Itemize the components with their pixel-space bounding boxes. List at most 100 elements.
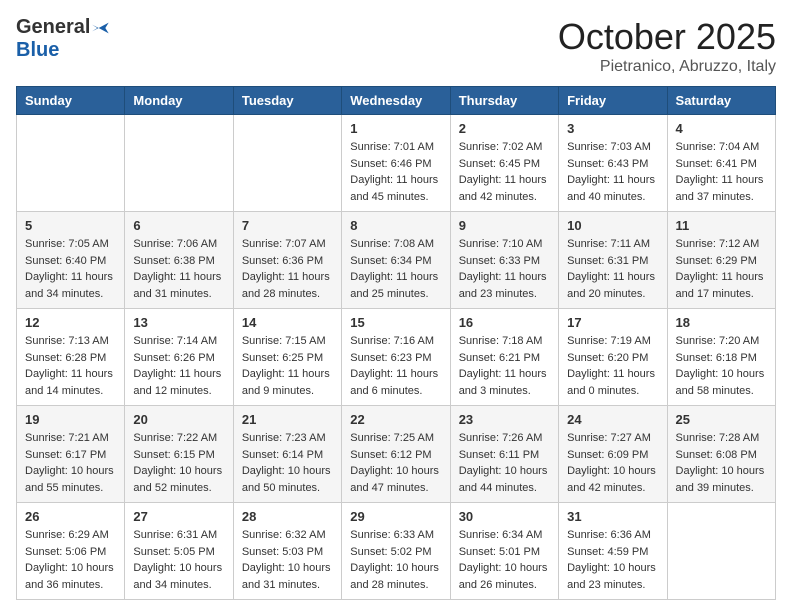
day-number: 18 [676, 315, 767, 330]
calendar-cell: 8 Sunrise: 7:08 AMSunset: 6:34 PMDaylight… [342, 212, 450, 309]
day-number: 20 [133, 412, 224, 427]
day-number: 8 [350, 218, 441, 233]
day-info: Sunrise: 7:13 AMSunset: 6:28 PMDaylight:… [25, 333, 116, 399]
calendar-cell: 23 Sunrise: 7:26 AMSunset: 6:11 PMDayligh… [450, 406, 558, 503]
location: Pietranico, Abruzzo, Italy [558, 58, 776, 76]
day-number: 16 [459, 315, 550, 330]
calendar-cell [17, 115, 125, 212]
day-info: Sunrise: 7:25 AMSunset: 6:12 PMDaylight:… [350, 430, 441, 496]
day-number: 19 [25, 412, 116, 427]
logo-general: General [16, 16, 90, 39]
day-info: Sunrise: 7:12 AMSunset: 6:29 PMDaylight:… [676, 236, 767, 302]
day-info: Sunrise: 7:06 AMSunset: 6:38 PMDaylight:… [133, 236, 224, 302]
day-number: 10 [567, 218, 658, 233]
day-info: Sunrise: 6:32 AMSunset: 5:03 PMDaylight:… [242, 527, 333, 593]
day-info: Sunrise: 7:27 AMSunset: 6:09 PMDaylight:… [567, 430, 658, 496]
calendar-cell: 4 Sunrise: 7:04 AMSunset: 6:41 PMDaylight… [667, 115, 775, 212]
calendar-cell: 31 Sunrise: 6:36 AMSunset: 4:59 PMDayligh… [559, 503, 667, 600]
day-number: 30 [459, 509, 550, 524]
header-sunday: Sunday [17, 87, 125, 115]
title-section: October 2025 Pietranico, Abruzzo, Italy [558, 16, 776, 76]
calendar-cell: 5Sunrise: 7:05 AMSunset: 6:40 PMDaylight… [17, 212, 125, 309]
day-info: Sunrise: 7:15 AMSunset: 6:25 PMDaylight:… [242, 333, 333, 399]
header-tuesday: Tuesday [233, 87, 341, 115]
day-info: Sunrise: 7:20 AMSunset: 6:18 PMDaylight:… [676, 333, 767, 399]
day-info: Sunrise: 7:01 AMSunset: 6:46 PMDaylight:… [350, 139, 441, 205]
day-info: Sunrise: 7:03 AMSunset: 6:43 PMDaylight:… [567, 139, 658, 205]
calendar-cell: 16Sunrise: 7:18 AMSunset: 6:21 PMDayligh… [450, 309, 558, 406]
day-info: Sunrise: 7:23 AMSunset: 6:14 PMDaylight:… [242, 430, 333, 496]
day-number: 28 [242, 509, 333, 524]
calendar-cell: 17Sunrise: 7:19 AMSunset: 6:20 PMDayligh… [559, 309, 667, 406]
month-title: October 2025 [558, 16, 776, 58]
calendar-cell: 25Sunrise: 7:28 AMSunset: 6:08 PMDayligh… [667, 406, 775, 503]
calendar-cell: 29 Sunrise: 6:33 AMSunset: 5:02 PMDayligh… [342, 503, 450, 600]
calendar-cell: 14 Sunrise: 7:15 AMSunset: 6:25 PMDayligh… [233, 309, 341, 406]
calendar-cell: 28 Sunrise: 6:32 AMSunset: 5:03 PMDayligh… [233, 503, 341, 600]
day-info: Sunrise: 6:34 AMSunset: 5:01 PMDaylight:… [459, 527, 550, 593]
calendar-cell: 11Sunrise: 7:12 AMSunset: 6:29 PMDayligh… [667, 212, 775, 309]
day-number: 31 [567, 509, 658, 524]
day-number: 1 [350, 121, 441, 136]
calendar-cell: 10 Sunrise: 7:11 AMSunset: 6:31 PMDayligh… [559, 212, 667, 309]
calendar-cell: 7 Sunrise: 7:07 AMSunset: 6:36 PMDaylight… [233, 212, 341, 309]
day-info: Sunrise: 7:08 AMSunset: 6:34 PMDaylight:… [350, 236, 441, 302]
day-number: 3 [567, 121, 658, 136]
day-number: 27 [133, 509, 224, 524]
header-monday: Monday [125, 87, 233, 115]
day-info: Sunrise: 7:26 AMSunset: 6:11 PMDaylight:… [459, 430, 550, 496]
calendar-week-row: 5Sunrise: 7:05 AMSunset: 6:40 PMDaylight… [17, 212, 776, 309]
calendar-cell: 1 Sunrise: 7:01 AMSunset: 6:46 PMDaylight… [342, 115, 450, 212]
day-info: Sunrise: 6:33 AMSunset: 5:02 PMDaylight:… [350, 527, 441, 593]
day-info: Sunrise: 7:16 AMSunset: 6:23 PMDaylight:… [350, 333, 441, 399]
calendar-cell: 2Sunrise: 7:02 AMSunset: 6:45 PMDaylight… [450, 115, 558, 212]
calendar-cell: 27 Sunrise: 6:31 AMSunset: 5:05 PMDayligh… [125, 503, 233, 600]
calendar-cell: 21Sunrise: 7:23 AMSunset: 6:14 PMDayligh… [233, 406, 341, 503]
header-wednesday: Wednesday [342, 87, 450, 115]
day-number: 14 [242, 315, 333, 330]
calendar-cell: 13Sunrise: 7:14 AMSunset: 6:26 PMDayligh… [125, 309, 233, 406]
day-number: 29 [350, 509, 441, 524]
calendar-table: Sunday Monday Tuesday Wednesday Thursday… [16, 86, 776, 600]
page-header: General Blue October 2025 Pietranico, Ab… [16, 16, 776, 76]
day-number: 2 [459, 121, 550, 136]
calendar-cell: 30 Sunrise: 6:34 AMSunset: 5:01 PMDayligh… [450, 503, 558, 600]
day-info: Sunrise: 7:11 AMSunset: 6:31 PMDaylight:… [567, 236, 658, 302]
day-number: 17 [567, 315, 658, 330]
day-number: 5 [25, 218, 116, 233]
calendar-header-row: Sunday Monday Tuesday Wednesday Thursday… [17, 87, 776, 115]
day-info: Sunrise: 7:07 AMSunset: 6:36 PMDaylight:… [242, 236, 333, 302]
day-number: 9 [459, 218, 550, 233]
day-info: Sunrise: 6:29 AMSunset: 5:06 PMDaylight:… [25, 527, 116, 593]
calendar-cell: 26 Sunrise: 6:29 AMSunset: 5:06 PMDayligh… [17, 503, 125, 600]
day-info: Sunrise: 7:22 AMSunset: 6:15 PMDaylight:… [133, 430, 224, 496]
calendar-cell: 22 Sunrise: 7:25 AMSunset: 6:12 PMDayligh… [342, 406, 450, 503]
day-number: 12 [25, 315, 116, 330]
calendar-week-row: 19Sunrise: 7:21 AMSunset: 6:17 PMDayligh… [17, 406, 776, 503]
header-thursday: Thursday [450, 87, 558, 115]
day-number: 6 [133, 218, 224, 233]
day-number: 23 [459, 412, 550, 427]
calendar-cell: 3 Sunrise: 7:03 AMSunset: 6:43 PMDaylight… [559, 115, 667, 212]
day-number: 4 [676, 121, 767, 136]
day-number: 24 [567, 412, 658, 427]
day-info: Sunrise: 6:31 AMSunset: 5:05 PMDaylight:… [133, 527, 224, 593]
day-info: Sunrise: 7:28 AMSunset: 6:08 PMDaylight:… [676, 430, 767, 496]
header-friday: Friday [559, 87, 667, 115]
day-number: 22 [350, 412, 441, 427]
day-number: 26 [25, 509, 116, 524]
calendar-week-row: 12 Sunrise: 7:13 AMSunset: 6:28 PMDayligh… [17, 309, 776, 406]
day-number: 7 [242, 218, 333, 233]
calendar-cell: 20 Sunrise: 7:22 AMSunset: 6:15 PMDayligh… [125, 406, 233, 503]
header-saturday: Saturday [667, 87, 775, 115]
calendar-cell [233, 115, 341, 212]
calendar-cell: 19Sunrise: 7:21 AMSunset: 6:17 PMDayligh… [17, 406, 125, 503]
calendar-week-row: 26 Sunrise: 6:29 AMSunset: 5:06 PMDayligh… [17, 503, 776, 600]
calendar-week-row: 1 Sunrise: 7:01 AMSunset: 6:46 PMDaylight… [17, 115, 776, 212]
calendar-cell: 15Sunrise: 7:16 AMSunset: 6:23 PMDayligh… [342, 309, 450, 406]
day-info: Sunrise: 7:14 AMSunset: 6:26 PMDaylight:… [133, 333, 224, 399]
day-info: Sunrise: 7:04 AMSunset: 6:41 PMDaylight:… [676, 139, 767, 205]
day-info: Sunrise: 6:36 AMSunset: 4:59 PMDaylight:… [567, 527, 658, 593]
calendar-cell: 6 Sunrise: 7:06 AMSunset: 6:38 PMDaylight… [125, 212, 233, 309]
calendar-cell: 24 Sunrise: 7:27 AMSunset: 6:09 PMDayligh… [559, 406, 667, 503]
